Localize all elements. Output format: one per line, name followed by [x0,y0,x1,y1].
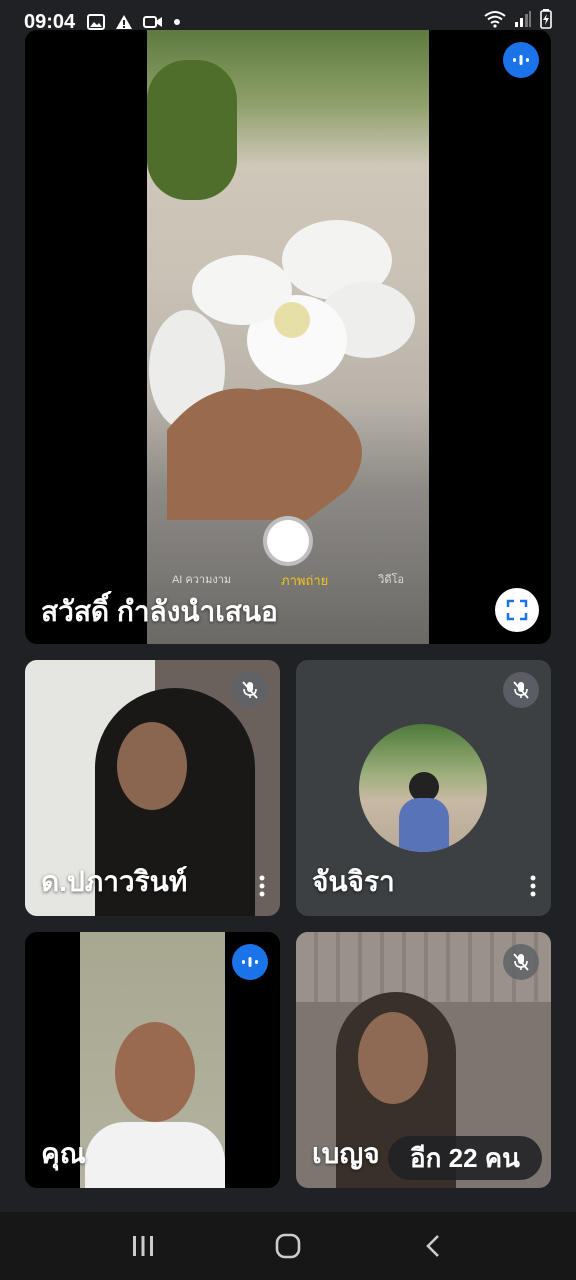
mic-off-icon [503,672,539,708]
speaking-indicator-icon [503,42,539,78]
face-shape [117,722,187,810]
home-icon [275,1233,301,1259]
navigation-bar [0,1212,576,1280]
recents-icon [132,1236,153,1256]
fullscreen-icon [506,599,528,621]
participant-name: คุณ [41,1138,86,1169]
camera-mode-video: วิดีโอ [378,574,405,586]
camera-mode-bar: AI ความงาม ภาพถ่าย วิดีโอ [147,570,429,591]
participant-tile[interactable]: ด.ปภาวรินท์ [25,660,280,916]
warning-icon [115,14,133,30]
dot-icon [173,18,181,26]
video-icon [143,14,163,30]
face-shape [358,1012,428,1104]
recents-button[interactable] [113,1216,173,1276]
shared-screen: AI ความงาม ภาพถ่าย วิดีโอ [147,30,429,644]
back-icon [426,1235,440,1257]
fullscreen-button[interactable] [495,588,539,632]
more-options-button[interactable] [250,868,274,904]
clothing-shape [85,1122,225,1188]
foliage-shape [147,60,237,200]
participant-name: จันจิรา [312,866,395,897]
camera-mode-ai: AI ความงาม [171,574,232,586]
camera-mode-photo: ภาพถ่าย [281,573,329,588]
more-vert-icon [259,875,265,897]
face-shape [115,1022,195,1122]
participant-tile[interactable]: จันจิรา [296,660,551,916]
image-icon [87,14,106,30]
participant-tile[interactable]: คุณ [25,932,280,1188]
shutter-icon [263,516,313,566]
more-options-button[interactable] [521,868,545,904]
speaking-indicator-icon [232,944,268,980]
presenter-label: สวัสดิ์ กำลังนำเสนอ [41,596,278,627]
back-button[interactable] [403,1216,463,1276]
home-button[interactable] [258,1216,318,1276]
mic-off-icon [503,944,539,980]
flower-image [149,220,415,520]
mic-off-icon [232,672,268,708]
participant-name: ด.ปภาวรินท์ [41,866,188,897]
participant-name: เบญจ [312,1138,380,1169]
presenter-tile[interactable]: AI ความงาม ภาพถ่าย วิดีโอ สวัสดิ์ กำลังน… [25,30,551,644]
more-participants-button[interactable]: อีก 22 คน [388,1136,542,1180]
more-vert-icon [530,875,536,897]
avatar [359,724,487,852]
